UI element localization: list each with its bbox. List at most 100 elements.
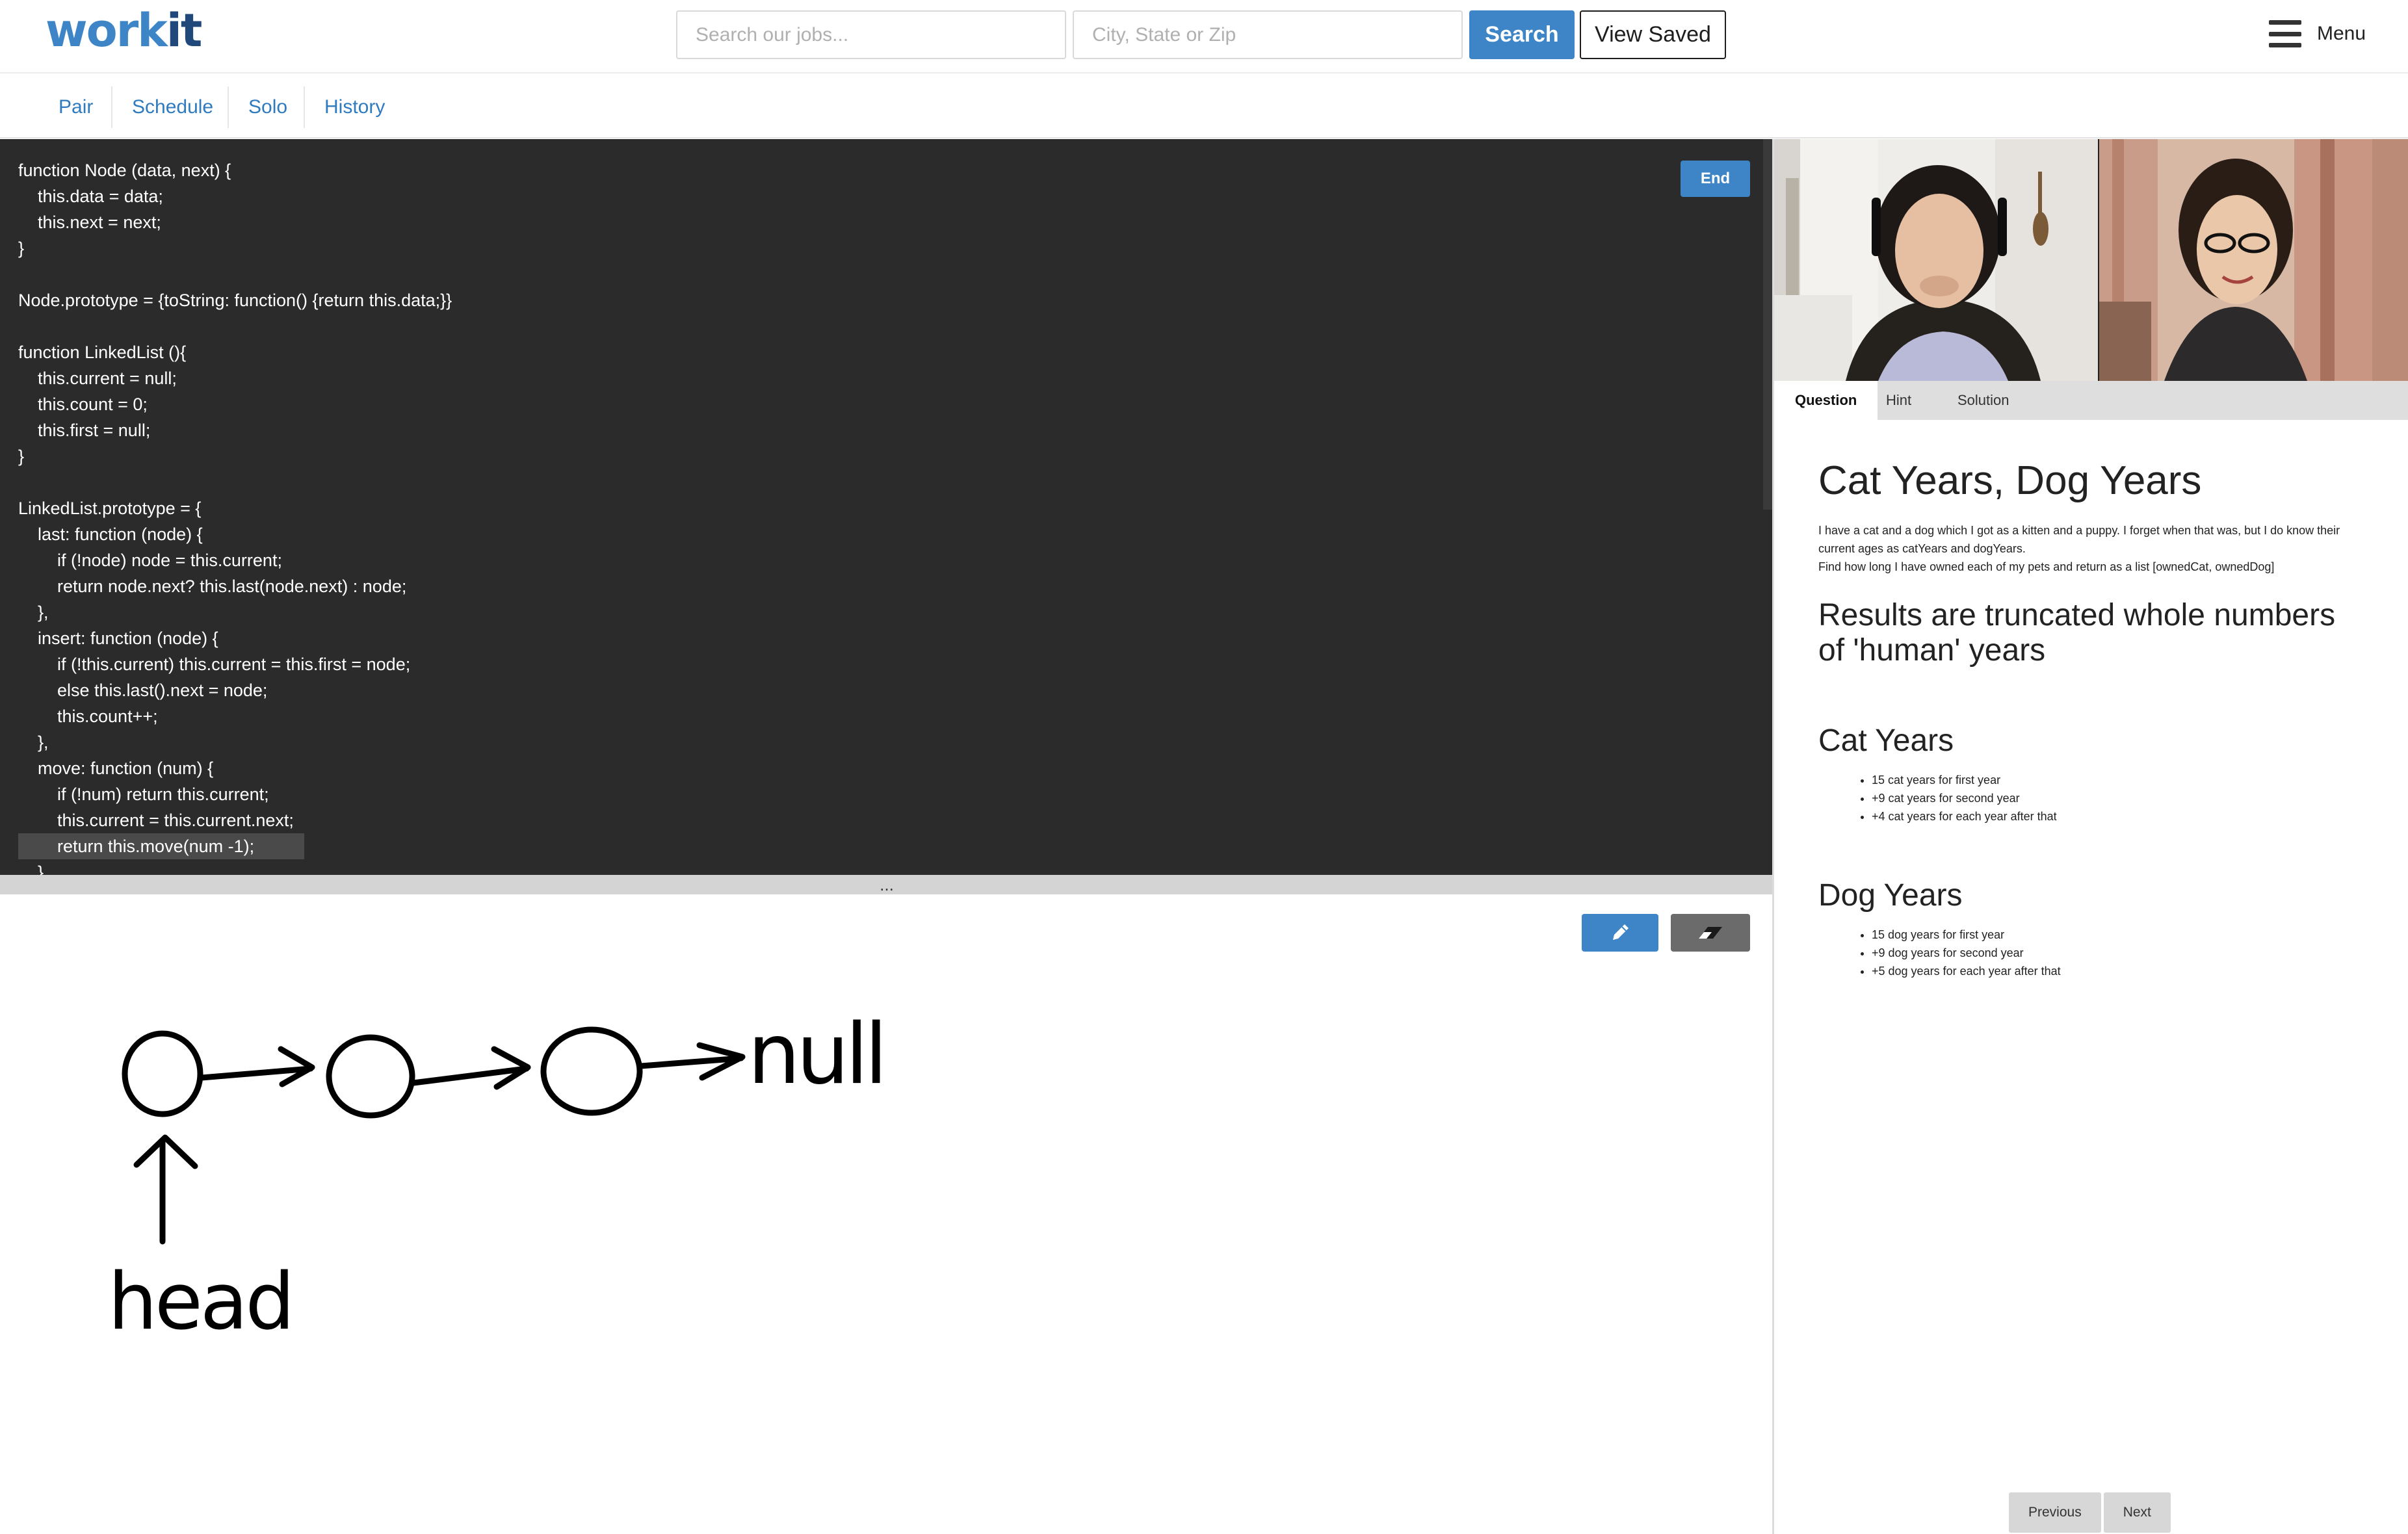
dog-years-heading: Dog Years [1818, 878, 1963, 913]
list-item: +5 dog years for each year after that [1872, 962, 2351, 980]
head-label: head [108, 1257, 293, 1347]
question-title: Cat Years, Dog Years [1818, 458, 2202, 503]
code-line: if (!this.current) this.current = this.f… [18, 651, 452, 677]
pane-splitter[interactable]: ... [0, 875, 1773, 894]
code-text: LinkedList.prototype = { [18, 499, 202, 518]
code-text: this.current = this.current.next; [18, 811, 294, 830]
nav-history[interactable]: History [304, 86, 404, 128]
code-text: if (!node) node = this.current; [18, 551, 282, 570]
code-line: return this.move(num -1); [18, 833, 304, 859]
code-text: if (!num) return this.current; [18, 785, 269, 804]
code-line: function Node (data, next) { [18, 157, 452, 183]
workit-logo[interactable]: workit [46, 1, 202, 60]
top-header: workit Search View Saved Menu [0, 0, 2408, 73]
question-pager: Previous Next [2009, 1492, 2171, 1533]
question-content: Cat Years, Dog Years I have a cat and a … [1818, 455, 2351, 980]
question-tabs: Question Hint Solution [1774, 381, 2408, 420]
search-button[interactable]: Search [1469, 10, 1575, 59]
menu-button[interactable]: Menu [2269, 14, 2366, 53]
list-item: 15 dog years for first year [1872, 926, 2351, 944]
nav-schedule[interactable]: Schedule [111, 86, 233, 128]
eraser-icon [1699, 927, 1722, 939]
code-text: return node.next? this.last(node.next) :… [18, 577, 407, 596]
code-line: this.count = 0; [18, 391, 452, 417]
code-content[interactable]: function Node (data, next) { this.data =… [18, 157, 452, 875]
head-arrow [133, 1134, 198, 1245]
tab-hint[interactable]: Hint [1865, 381, 1932, 420]
code-text: return this.move(num -1); [18, 837, 255, 856]
code-line: last: function (node) { [18, 521, 452, 547]
code-line: else this.last().next = node; [18, 677, 452, 703]
code-line: }, [18, 599, 452, 625]
pencil-icon [1613, 924, 1629, 940]
tab-question[interactable]: Question [1774, 381, 1878, 420]
tab-solution[interactable]: Solution [1937, 381, 2030, 420]
video-participant-1 [1774, 139, 2098, 381]
arrow-3 [638, 1042, 746, 1081]
video-participant-2 [2099, 139, 2408, 381]
video-call [1774, 139, 2408, 381]
next-button[interactable]: Next [2103, 1492, 2171, 1533]
pen-tool-button[interactable] [1582, 914, 1658, 952]
code-text: this.current = null; [18, 369, 177, 388]
view-saved-button[interactable]: View Saved [1580, 10, 1726, 59]
code-line: this.current = this.current.next; [18, 807, 452, 833]
code-line: Node.prototype = {toString: function() {… [18, 287, 452, 313]
code-line: }, [18, 729, 452, 755]
code-line: if (!num) return this.current; [18, 781, 452, 807]
question-task: Find how long I have owned each of my pe… [1818, 560, 2275, 573]
code-text: insert: function (node) { [18, 629, 218, 648]
code-text: }, [18, 733, 49, 752]
code-text: } [18, 239, 25, 258]
end-session-button[interactable]: End [1681, 161, 1750, 197]
whiteboard-drawing: null head [108, 1006, 887, 1347]
list-node-3 [540, 1026, 643, 1116]
list-node-2 [326, 1034, 415, 1119]
whiteboard-canvas[interactable]: null head [0, 894, 1772, 1534]
code-text: } [18, 863, 44, 875]
arrow-1 [198, 1046, 315, 1087]
nav-solo[interactable]: Solo [228, 86, 307, 128]
question-subtitle: Results are truncated whole numbers of '… [1818, 598, 2336, 668]
null-label: null [748, 1006, 883, 1103]
logo-work: work [46, 4, 168, 57]
list-node-1 [122, 1030, 203, 1117]
code-line: } [18, 235, 452, 261]
code-line: insert: function (node) { [18, 625, 452, 651]
code-text: this.count = 0; [18, 395, 148, 414]
code-text: move: function (num) { [18, 759, 214, 778]
list-item: +4 cat years for each year after that [1872, 807, 2351, 826]
hamburger-icon [2269, 20, 2301, 47]
previous-button[interactable]: Previous [2009, 1492, 2101, 1533]
menu-label: Menu [2317, 23, 2366, 44]
job-search-input[interactable] [676, 10, 1066, 59]
cat-years-rules: 15 cat years for first year +9 cat years… [1818, 771, 2351, 826]
code-text: this.count++; [18, 707, 158, 726]
code-text: if (!this.current) this.current = this.f… [18, 655, 411, 674]
nav-pair[interactable]: Pair [39, 86, 112, 128]
logo-it: it [166, 4, 202, 57]
location-search-input[interactable] [1073, 10, 1463, 59]
code-text: this.first = null; [18, 421, 151, 440]
code-line: move: function (num) { [18, 755, 452, 781]
code-line: this.first = null; [18, 417, 452, 443]
code-text: else this.last().next = node; [18, 681, 268, 700]
splitter-grip: ... [880, 874, 894, 894]
code-editor[interactable]: function Node (data, next) { this.data =… [0, 139, 1773, 875]
code-line: this.next = next; [18, 209, 452, 235]
code-text: Node.prototype = {toString: function() {… [18, 291, 452, 310]
dog-years-rules: 15 dog years for first year +9 dog years… [1818, 926, 2351, 980]
eraser-tool-button[interactable] [1671, 914, 1750, 952]
code-text: function Node (data, next) { [18, 161, 231, 180]
mode-nav: Pair Schedule Solo History [0, 75, 2408, 138]
code-line: function LinkedList (){ [18, 339, 452, 365]
code-line: if (!node) node = this.current; [18, 547, 452, 573]
list-item: +9 cat years for second year [1872, 789, 2351, 807]
code-text: } [18, 447, 25, 466]
code-text: last: function (node) { [18, 525, 203, 544]
participant-1-video [1774, 139, 2098, 381]
code-line: } [18, 859, 452, 875]
